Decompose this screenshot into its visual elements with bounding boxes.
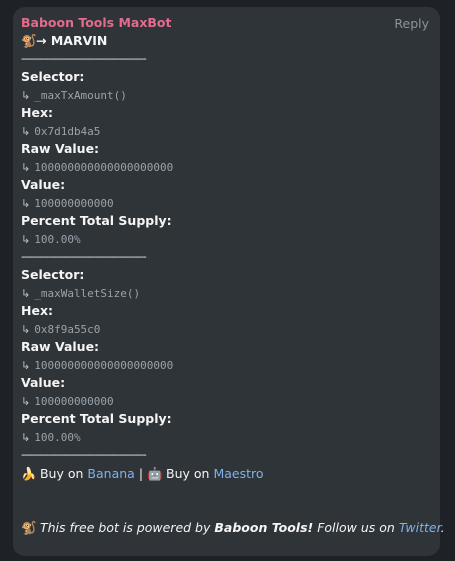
selector-value: ↳ _maxWalletSize() — [21, 287, 141, 300]
reply-button[interactable]: Reply — [394, 16, 429, 31]
monkey-icon: 🐒 — [21, 33, 37, 48]
separator: ----------------------------------------… — [21, 52, 147, 65]
hex-value: ↳ 0x8f9a55c0 — [21, 323, 101, 336]
value-label: Value: — [21, 375, 66, 390]
sub-arrow-icon: ↳ — [21, 125, 31, 138]
token-name: MARVIN — [50, 33, 108, 48]
sub-arrow-icon: ↳ — [21, 233, 31, 246]
selector-value: ↳ _maxTxAmount() — [21, 89, 127, 102]
hex-value: ↳ 0x7d1db4a5 — [21, 125, 101, 138]
sub-arrow-icon: ↳ — [21, 197, 31, 210]
raw-value-label: Raw Value: — [21, 141, 100, 156]
raw-value: ↳ 100000000000000000000 — [21, 161, 174, 174]
sub-arrow-icon: ↳ — [21, 431, 31, 444]
percent-value: ↳ 100.00% — [21, 233, 81, 246]
raw-value: ↳ 100000000000000000000 — [21, 359, 174, 372]
value: ↳ 100000000000 — [21, 197, 114, 210]
footer-follow: Follow us on — [317, 520, 395, 535]
buy-on-label: Buy on — [39, 466, 84, 481]
message-bubble: Baboon Tools MaxBot Reply 🐒→ MARVIN ----… — [13, 7, 445, 556]
robot-icon: 🤖 — [147, 466, 163, 481]
selector-label: Selector: — [21, 69, 85, 84]
monkey-icon: 🐒 — [21, 520, 37, 535]
footer-period: . — [440, 520, 445, 535]
sub-arrow-icon: ↳ — [21, 359, 31, 372]
link-divider: | — [138, 466, 144, 481]
title-arrow: → — [36, 33, 47, 48]
hex-label: Hex: — [21, 105, 54, 120]
sub-arrow-icon: ↳ — [21, 323, 31, 336]
banana-icon: 🍌 — [21, 466, 37, 481]
raw-value-label: Raw Value: — [21, 339, 100, 354]
percent-label: Percent Total Supply: — [21, 213, 172, 228]
hex-label: Hex: — [21, 303, 54, 318]
separator: ----------------------------------------… — [21, 250, 147, 263]
sender-name[interactable]: Baboon Tools MaxBot — [21, 15, 430, 32]
percent-value: ↳ 100.00% — [21, 431, 81, 444]
sub-arrow-icon: ↳ — [21, 161, 31, 174]
value: ↳ 100000000000 — [21, 395, 114, 408]
separator: ----------------------------------------… — [21, 448, 147, 461]
sub-arrow-icon: ↳ — [21, 89, 31, 102]
footer-brand: Baboon Tools! — [214, 520, 314, 535]
value-label: Value: — [21, 177, 66, 192]
sub-arrow-icon: ↳ — [21, 395, 31, 408]
banana-link[interactable]: Banana — [87, 466, 134, 481]
buy-links-row: 🍌 Buy on Banana | 🤖 Buy on Maestro — [21, 465, 430, 483]
bubble-tail — [13, 539, 27, 551]
footer-text: This free bot is powered by — [39, 520, 211, 535]
token-title: 🐒→ MARVIN — [21, 32, 430, 50]
selector-label: Selector: — [21, 267, 85, 282]
buy-on-label: Buy on — [166, 466, 210, 481]
percent-label: Percent Total Supply: — [21, 411, 172, 426]
footer: 🐒 This free bot is powered by Baboon Too… — [21, 519, 445, 537]
sub-arrow-icon: ↳ — [21, 287, 31, 300]
maestro-link[interactable]: Maestro — [213, 466, 263, 481]
twitter-link[interactable]: Twitter — [399, 520, 441, 535]
